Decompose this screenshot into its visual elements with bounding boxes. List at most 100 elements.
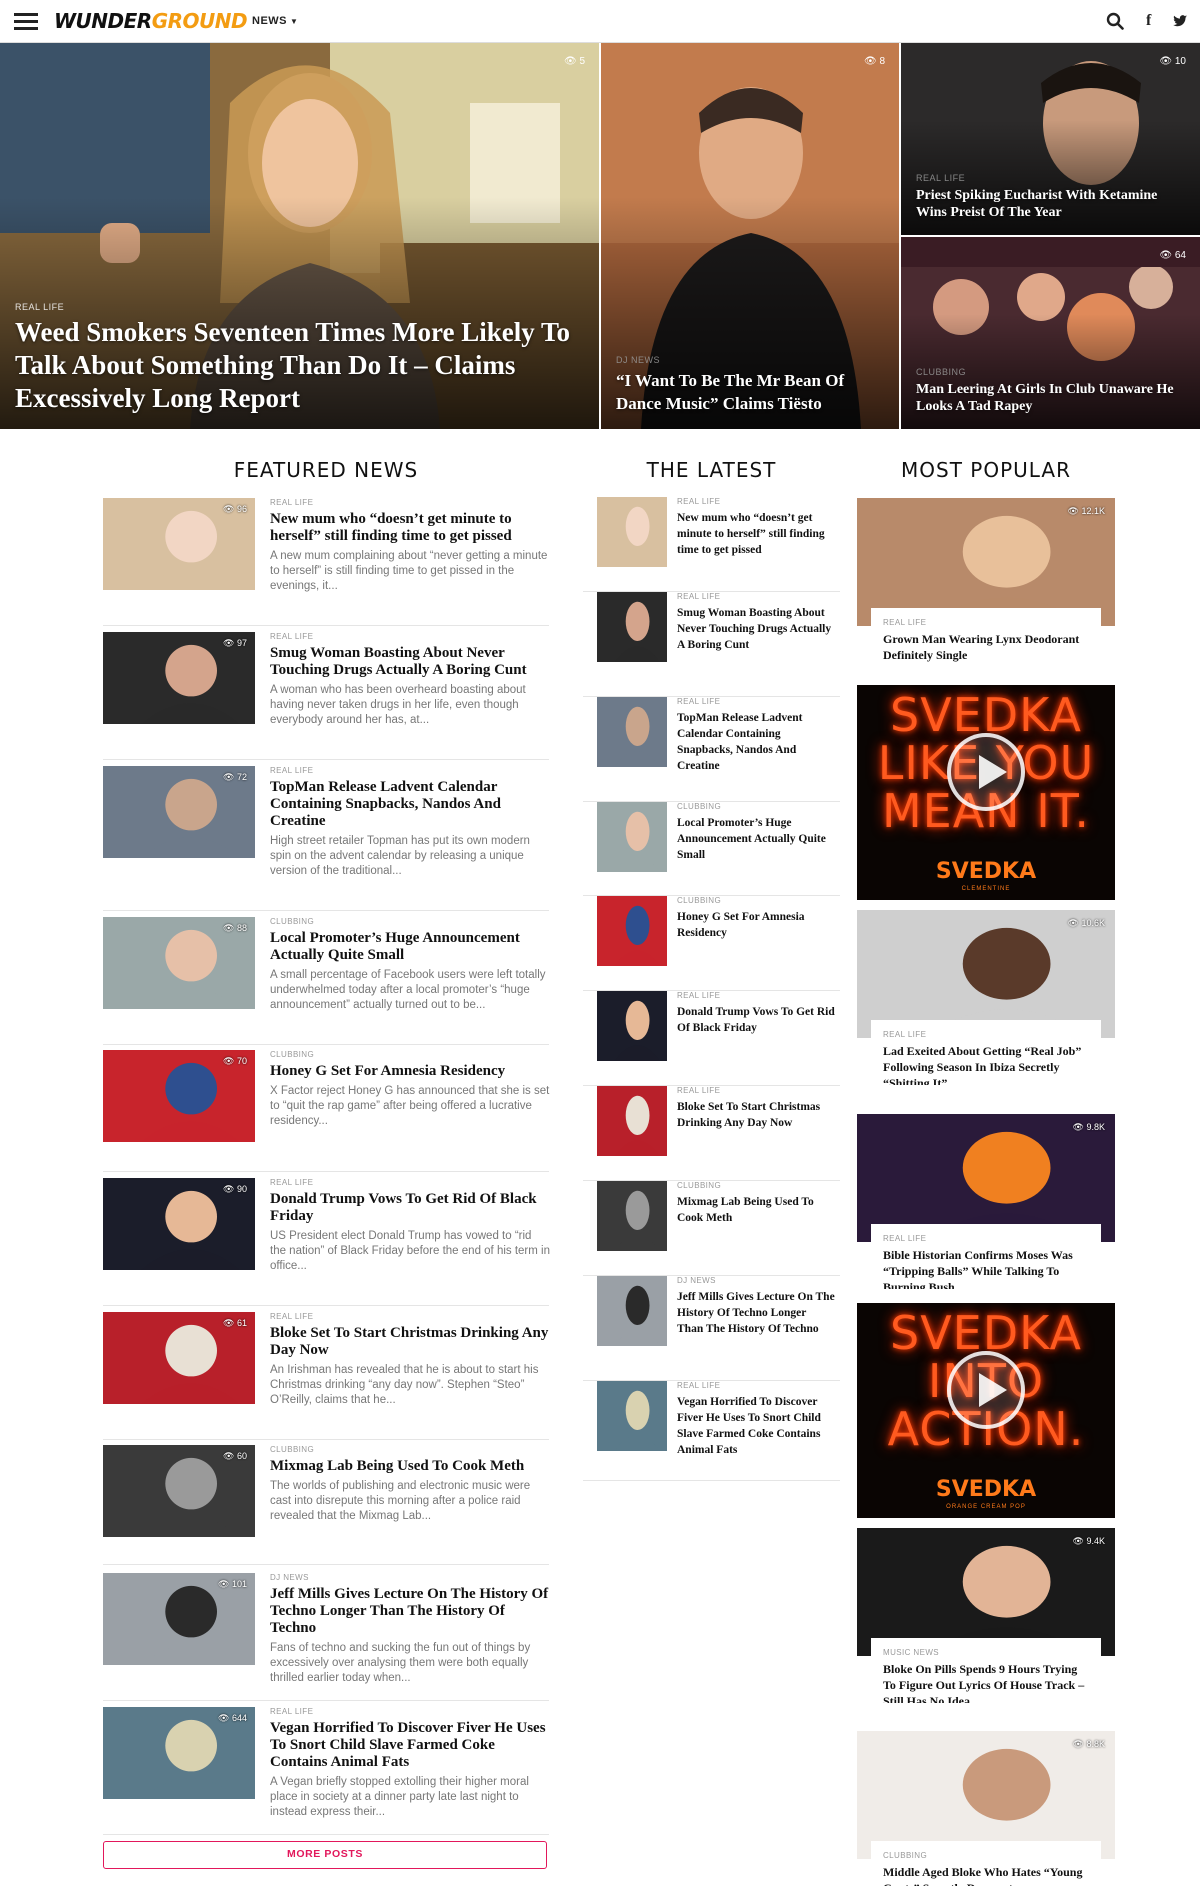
article-title[interactable]: Mixmag Lab Being Used To Cook Meth (270, 1458, 550, 1475)
article-title[interactable]: TopMan Release Ladvent Calendar Containi… (677, 710, 835, 774)
featured-article[interactable]: 👁 61 REAL LIFE Bloke Set To Start Christma… (103, 1312, 549, 1440)
featured-article[interactable]: 👁 60 CLUBBING Mixmag Lab Being Used To Coo… (103, 1445, 549, 1565)
hero-category[interactable]: DJ NEWS (616, 355, 884, 365)
search-icon[interactable] (1106, 12, 1124, 30)
hero-article-2[interactable]: 👁 8 DJ NEWS “I Want To Be The Mr Bean Of… (601, 43, 899, 429)
article-title[interactable]: Lad Exeited About Getting “Real Job” Fol… (883, 1043, 1089, 1085)
featured-thumbnail[interactable]: 👁 101 (103, 1573, 255, 1665)
hero-category[interactable]: REAL LIFE (916, 173, 1185, 183)
hero-article-4[interactable]: 👁 64 CLUBBING Man Leering At Girls In Cl… (901, 237, 1200, 429)
popular-article[interactable]: 👁 10.6K REAL LIFE Lad Exeited About Gettin… (857, 910, 1115, 1085)
featured-article[interactable]: 👁 644 REAL LIFE Vegan Horrified To Discove… (103, 1707, 549, 1835)
article-title[interactable]: Honey G Set For Amnesia Residency (677, 909, 835, 941)
category-label[interactable]: DJ NEWS (270, 1573, 550, 1582)
featured-thumbnail[interactable]: 👁 70 (103, 1050, 255, 1142)
category-label[interactable]: REAL LIFE (883, 1030, 1089, 1039)
popular-image[interactable]: 👁 9.4K (857, 1528, 1115, 1656)
hero-article-3[interactable]: 👁 10 REAL LIFE Priest Spiking Eucharist … (901, 43, 1200, 235)
featured-article[interactable]: 👁 101 DJ NEWS Jeff Mills Gives Lecture On … (103, 1573, 549, 1701)
latest-article[interactable]: REAL LIFE TopMan Release Ladvent Calendar… (583, 697, 840, 802)
popular-image[interactable]: 👁 8.8K (857, 1731, 1115, 1859)
category-label[interactable]: REAL LIFE (883, 618, 1089, 627)
article-title[interactable]: Middle Aged Bloke Who Hates “Young Cunts… (883, 1864, 1089, 1886)
hero-title[interactable]: “I Want To Be The Mr Bean Of Dance Music… (616, 369, 884, 415)
featured-thumbnail[interactable]: 👁 61 (103, 1312, 255, 1404)
latest-article[interactable]: CLUBBING Honey G Set For Amnesia Residenc… (583, 896, 840, 991)
featured-thumbnail[interactable]: 👁 60 (103, 1445, 255, 1537)
hero-category[interactable]: REAL LIFE (15, 302, 584, 312)
article-title[interactable]: Bloke Set To Start Christmas Drinking An… (677, 1099, 835, 1131)
article-title[interactable]: Local Promoter’s Huge Announcement Actua… (270, 930, 550, 964)
featured-article[interactable]: 👁 88 CLUBBING Local Promoter’s Huge Announ… (103, 917, 549, 1045)
article-title[interactable]: Smug Woman Boasting About Never Touching… (677, 605, 835, 653)
latest-thumbnail[interactable] (597, 1086, 667, 1156)
article-title[interactable]: Vegan Horrified To Discover Fiver He Use… (677, 1394, 835, 1458)
category-label[interactable]: CLUBBING (883, 1851, 1089, 1860)
article-title[interactable]: Vegan Horrified To Discover Fiver He Use… (270, 1720, 550, 1771)
category-label[interactable]: REAL LIFE (270, 1312, 550, 1321)
site-logo[interactable]: WUNDERGROUND (54, 9, 248, 33)
category-label[interactable]: REAL LIFE (677, 497, 835, 506)
latest-article[interactable]: REAL LIFE New mum who “doesn’t get minute… (583, 497, 840, 592)
article-title[interactable]: Honey G Set For Amnesia Residency (270, 1063, 550, 1080)
hero-title[interactable]: Weed Smokers Seventeen Times More Likely… (15, 316, 584, 415)
article-title[interactable]: Smug Woman Boasting About Never Touching… (270, 645, 550, 679)
featured-article[interactable]: 👁 70 CLUBBING Honey G Set For Amnesia Resi… (103, 1050, 549, 1172)
article-title[interactable]: Jeff Mills Gives Lecture On The History … (677, 1289, 835, 1337)
twitter-icon[interactable] (1172, 13, 1188, 29)
popular-image[interactable]: 👁 9.8K (857, 1114, 1115, 1242)
article-title[interactable]: Bloke On Pills Spends 9 Hours Trying To … (883, 1661, 1089, 1703)
article-title[interactable]: Bloke Set To Start Christmas Drinking An… (270, 1325, 550, 1359)
facebook-icon[interactable]: f (1146, 12, 1151, 30)
featured-thumbnail[interactable]: 👁 96 (103, 498, 255, 590)
popular-image[interactable]: 👁 10.6K (857, 910, 1115, 1038)
svedka-video-ad[interactable]: SVEDKA INTO ACTION. SVEDKA ORANGE CREAM PO… (857, 1303, 1115, 1518)
featured-thumbnail[interactable]: 👁 72 (103, 766, 255, 858)
featured-article[interactable]: 👁 97 REAL LIFE Smug Woman Boasting About N… (103, 632, 549, 760)
hero-title[interactable]: Priest Spiking Eucharist With Ketamine W… (916, 187, 1185, 221)
latest-thumbnail[interactable] (597, 497, 667, 567)
latest-article[interactable]: DJ NEWS Jeff Mills Gives Lecture On The H… (583, 1276, 840, 1381)
latest-article[interactable]: REAL LIFE Bloke Set To Start Christmas Dr… (583, 1086, 840, 1181)
featured-thumbnail[interactable]: 👁 90 (103, 1178, 255, 1270)
category-label[interactable]: REAL LIFE (677, 991, 835, 1000)
featured-article[interactable]: 👁 72 REAL LIFE TopMan Release Ladvent Cale… (103, 766, 549, 911)
category-label[interactable]: REAL LIFE (270, 1707, 550, 1716)
latest-thumbnail[interactable] (597, 592, 667, 662)
featured-thumbnail[interactable]: 👁 644 (103, 1707, 255, 1799)
latest-thumbnail[interactable] (597, 991, 667, 1061)
category-label[interactable]: REAL LIFE (883, 1234, 1089, 1243)
featured-thumbnail[interactable]: 👁 97 (103, 632, 255, 724)
category-label[interactable]: REAL LIFE (270, 766, 550, 775)
hero-main-article[interactable]: 👁 5 REAL LIFE Weed Smokers Seventeen Tim… (0, 43, 599, 429)
hero-title[interactable]: Man Leering At Girls In Club Unaware He … (916, 381, 1185, 415)
play-icon[interactable] (947, 1351, 1025, 1429)
popular-article[interactable]: 👁 12.1K REAL LIFE Grown Man Wearing Lynx D… (857, 498, 1115, 673)
category-label[interactable]: REAL LIFE (270, 498, 550, 507)
article-title[interactable]: Mixmag Lab Being Used To Cook Meth (677, 1194, 835, 1226)
latest-thumbnail[interactable] (597, 1181, 667, 1251)
featured-article[interactable]: 👁 90 REAL LIFE Donald Trump Vows To Get Ri… (103, 1178, 550, 1306)
latest-article[interactable]: REAL LIFE Donald Trump Vows To Get Rid Of… (583, 991, 840, 1086)
category-label[interactable]: REAL LIFE (677, 592, 835, 601)
category-label[interactable]: CLUBBING (677, 896, 835, 905)
hero-category[interactable]: CLUBBING (916, 367, 1185, 377)
latest-thumbnail[interactable] (597, 896, 667, 966)
category-label[interactable]: CLUBBING (270, 1445, 550, 1454)
article-title[interactable]: New mum who “doesn’t get minute to herse… (270, 511, 550, 545)
category-label[interactable]: REAL LIFE (270, 1178, 550, 1187)
article-title[interactable]: New mum who “doesn’t get minute to herse… (677, 510, 835, 558)
category-label[interactable]: CLUBBING (677, 802, 835, 811)
category-label[interactable]: DJ NEWS (677, 1276, 835, 1285)
article-title[interactable]: Jeff Mills Gives Lecture On The History … (270, 1586, 550, 1637)
category-label[interactable]: CLUBBING (270, 1050, 550, 1059)
article-title[interactable]: TopMan Release Ladvent Calendar Containi… (270, 779, 550, 830)
latest-article[interactable]: REAL LIFE Vegan Horrified To Discover Fiv… (583, 1381, 840, 1481)
article-title[interactable]: Grown Man Wearing Lynx Deodorant Definit… (883, 631, 1089, 663)
popular-article[interactable]: 👁 9.4K MUSIC NEWS Bloke On Pills Spends 9 … (857, 1528, 1115, 1703)
latest-article[interactable]: CLUBBING Mixmag Lab Being Used To Cook Me… (583, 1181, 840, 1276)
category-label[interactable]: REAL LIFE (270, 632, 550, 641)
category-label[interactable]: CLUBBING (677, 1181, 835, 1190)
latest-thumbnail[interactable] (597, 1381, 667, 1451)
play-icon[interactable] (947, 733, 1025, 811)
